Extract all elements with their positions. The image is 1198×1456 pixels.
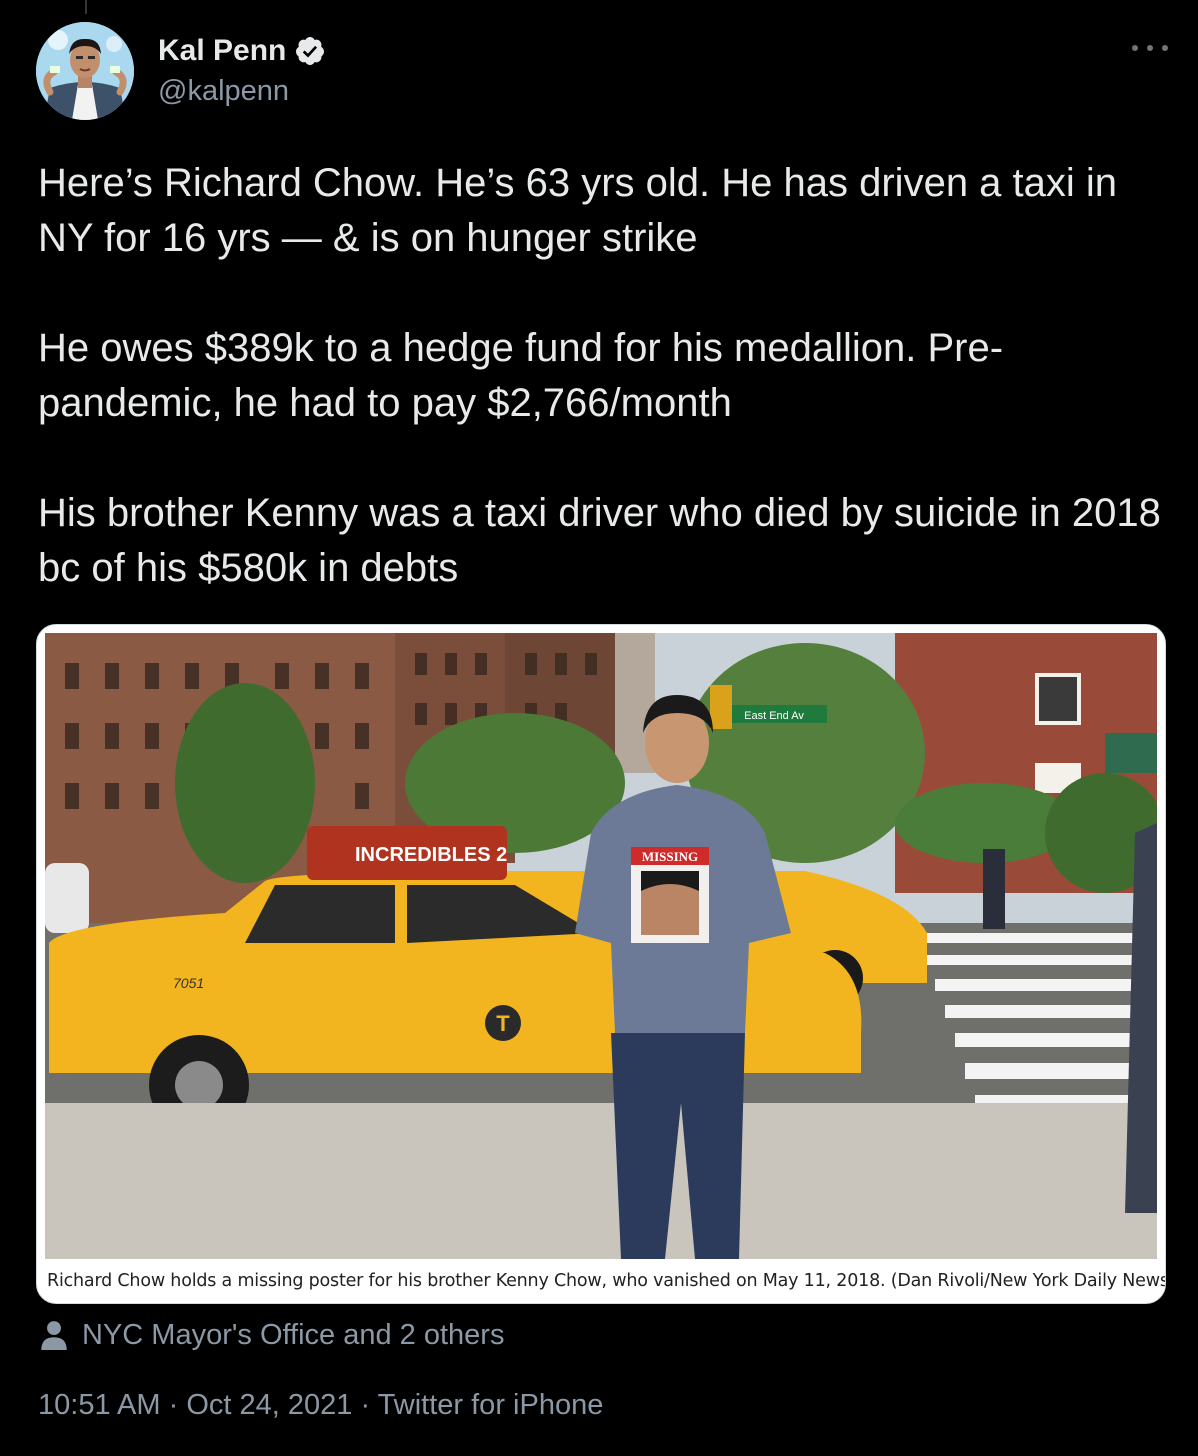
person-icon <box>41 1321 67 1350</box>
more-dot <box>1132 45 1138 51</box>
more-dot <box>1162 45 1168 51</box>
tweet-source[interactable]: Twitter for iPhone <box>378 1389 604 1421</box>
tweet-date[interactable]: Oct 24, 2021 <box>186 1389 352 1421</box>
media-card[interactable]: East End Av INCREDIBLES 2 7051 T MISSING… <box>36 624 1166 1304</box>
tweet-photo[interactable]: East End Av INCREDIBLES 2 7051 T MISSING <box>45 633 1157 1259</box>
taxi-number: 7051 <box>173 975 204 991</box>
more-options-icon[interactable] <box>1132 38 1168 58</box>
avatar-image <box>36 22 134 120</box>
street-sign-text: East End Av <box>744 710 804 722</box>
svg-text:T: T <box>496 1011 510 1036</box>
verified-badge-icon <box>296 37 325 65</box>
author-display-name[interactable]: Kal Penn <box>158 34 286 68</box>
thread-connector-line <box>85 0 87 14</box>
meta-separator: · <box>360 1389 371 1421</box>
tweet-text: Here’s Richard Chow. He’s 63 yrs old. He… <box>38 156 1168 596</box>
tweet-paragraph: His brother Kenny was a taxi driver who … <box>38 491 1161 590</box>
tweet-paragraph: He owes $389k to a hedge fund for his me… <box>38 326 1004 425</box>
missing-poster-label: MISSING <box>642 849 698 864</box>
tweet-meta: 10:51 AM · Oct 24, 2021 · Twitter for iP… <box>38 1388 603 1422</box>
tweet-time[interactable]: 10:51 AM <box>38 1389 161 1421</box>
author-handle[interactable]: @kalpenn <box>158 74 289 108</box>
avatar[interactable] <box>36 22 134 120</box>
author-name-row: Kal Penn <box>158 34 326 68</box>
more-dot <box>1147 45 1153 51</box>
meta-separator: · <box>168 1389 179 1421</box>
tagged-users[interactable]: NYC Mayor's Office and 2 others <box>40 1318 504 1352</box>
tagged-users-text: NYC Mayor's Office and 2 others <box>82 1319 505 1351</box>
taxi-topper-text: INCREDIBLES 2 <box>355 844 507 866</box>
tweet-paragraph: Here’s Richard Chow. He’s 63 yrs old. He… <box>38 161 1118 260</box>
photo-caption: Richard Chow holds a missing poster for … <box>47 1271 1166 1291</box>
tweet-header: Kal Penn @kalpenn <box>36 22 1168 122</box>
